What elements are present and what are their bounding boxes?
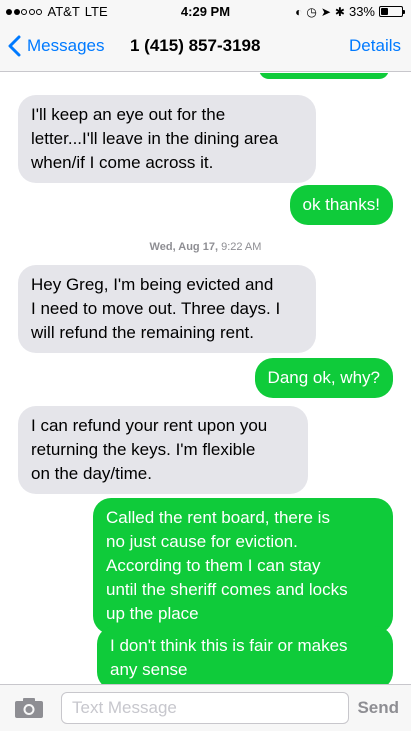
message-bubble-sent[interactable]: I don't think this is fair or makes any … <box>97 626 393 684</box>
message-text: I don't think this is fair or makes any … <box>110 636 348 679</box>
send-button[interactable]: Send <box>357 698 399 718</box>
message-text: I'll keep an eye out for the letter...I'… <box>31 105 279 172</box>
back-button[interactable]: Messages <box>8 35 104 57</box>
message-text: Called the rent board, there is no just … <box>106 508 348 623</box>
message-timestamp: Wed, Aug 17, 9:22 AM <box>0 241 411 253</box>
location-icon: ➤ <box>320 4 331 19</box>
message-text: ok thanks! <box>302 195 381 214</box>
message-bubble-received[interactable]: Hey Greg, I'm being evicted and I need t… <box>18 265 316 353</box>
nav-bar: Messages 1 (415) 857-3198 Details <box>0 22 411 72</box>
battery-icon <box>379 6 405 17</box>
back-button-label: Messages <box>27 36 105 55</box>
status-bar: AT&T LTE 4:29 PM ◐ ◷ ➤ ✱ 33% <box>0 0 411 22</box>
message-bubble-sent[interactable]: ok thanks! <box>289 185 393 225</box>
message-bubble-sent[interactable]: Dang ok, why? <box>254 358 393 398</box>
message-input[interactable] <box>61 692 349 724</box>
status-right: ◐ ◷ ➤ ✱ 33% <box>295 4 405 19</box>
camera-icon[interactable] <box>14 697 44 719</box>
details-button[interactable]: Details <box>349 36 401 56</box>
input-bar: Send <box>0 684 411 731</box>
battery-percent: 33% <box>348 4 375 19</box>
timestamp-time: 9:22 AM <box>221 241 262 253</box>
message-bubble-received[interactable]: I can refund your rent upon you returnin… <box>18 406 308 494</box>
message-text: Hey Greg, I'm being evicted and I need t… <box>31 275 281 342</box>
conversation[interactable]: I'll keep an eye out for the letter...I'… <box>0 73 411 684</box>
chevron-left-icon <box>8 35 21 57</box>
message-text: I can refund your rent upon you returnin… <box>31 416 268 483</box>
message-text: Dang ok, why? <box>267 368 380 387</box>
bluetooth-icon: ✱ <box>334 4 345 19</box>
alarm-icon: ◷ <box>306 4 317 19</box>
message-bubble-received[interactable]: I'll keep an eye out for the letter...I'… <box>18 95 316 183</box>
conversation-title: 1 (415) 857-3198 <box>130 36 261 55</box>
message-bubble-partial[interactable] <box>259 73 389 79</box>
timestamp-day: Wed, Aug 17, <box>149 241 219 253</box>
message-bubble-sent[interactable]: Called the rent board, there is no just … <box>93 498 393 634</box>
orientation-lock-icon: ◐ <box>295 4 303 19</box>
